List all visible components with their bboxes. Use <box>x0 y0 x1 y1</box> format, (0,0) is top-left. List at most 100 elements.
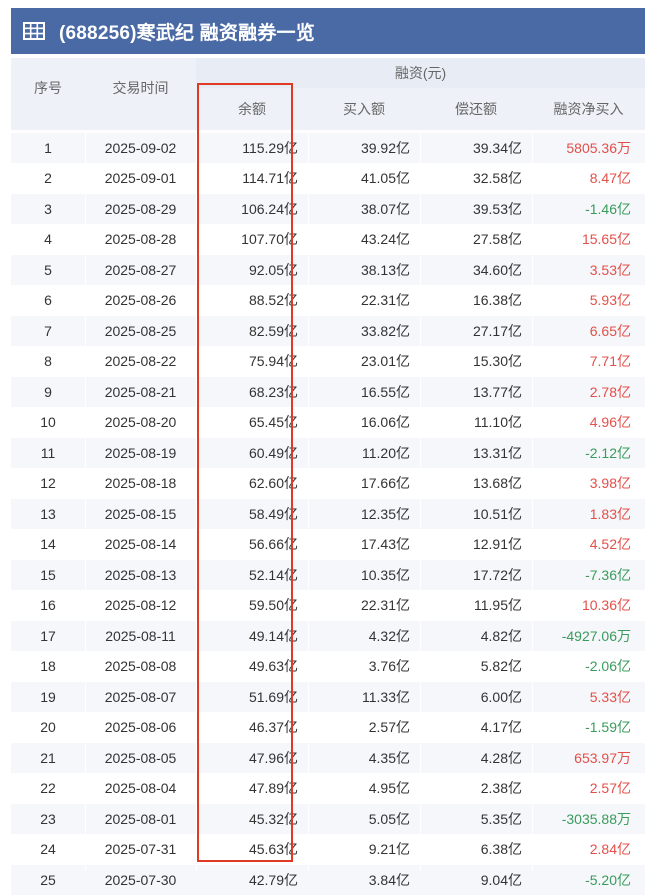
cell-repay: 27.17亿 <box>420 315 532 346</box>
col-header-net-buy[interactable]: 融资净买入 <box>532 88 645 130</box>
col-header-buy[interactable]: 买入额 <box>308 88 420 130</box>
cell-index: 19 <box>11 681 85 712</box>
cell-date: 2025-08-20 <box>85 406 196 438</box>
table-row[interactable]: 25 2025-07-30 42.79亿 3.84亿 9.04亿 -5.20亿 <box>11 864 645 895</box>
cell-date: 2025-08-06 <box>85 711 196 743</box>
col-header-balance[interactable]: 余额 <box>196 88 308 130</box>
table-row[interactable]: 4 2025-08-28 107.70亿 43.24亿 27.58亿 15.65亿 <box>11 223 645 255</box>
table-row[interactable]: 19 2025-08-07 51.69亿 11.33亿 6.00亿 5.33亿 <box>11 681 645 712</box>
table-row[interactable]: 23 2025-08-01 45.32亿 5.05亿 5.35亿 -3035.88万 <box>11 803 645 834</box>
cell-repay: 10.51亿 <box>420 498 532 529</box>
cell-repay: 5.35亿 <box>420 803 532 834</box>
cell-balance: 60.49亿 <box>196 437 308 468</box>
table-row[interactable]: 12 2025-08-18 62.60亿 17.66亿 13.68亿 3.98亿 <box>11 467 645 499</box>
col-header-group-financing: 融资(元) <box>394 65 447 81</box>
cell-index: 25 <box>11 864 85 895</box>
cell-buy: 38.13亿 <box>308 254 420 285</box>
cell-buy: 2.57亿 <box>308 711 420 743</box>
cell-repay: 32.58亿 <box>420 162 532 194</box>
cell-date: 2025-08-04 <box>85 772 196 804</box>
cell-balance: 47.96亿 <box>196 742 308 773</box>
cell-repay: 34.60亿 <box>420 254 532 285</box>
cell-repay: 13.68亿 <box>420 467 532 499</box>
table-row[interactable]: 18 2025-08-08 49.63亿 3.76亿 5.82亿 -2.06亿 <box>11 650 645 682</box>
table-header: 序号 交易时间 融资(元) 余额 买入额 偿还额 融资净买入 <box>11 58 645 130</box>
cell-balance: 68.23亿 <box>196 376 308 407</box>
cell-index: 5 <box>11 254 85 285</box>
table-row[interactable]: 11 2025-08-19 60.49亿 11.20亿 13.31亿 -2.12亿 <box>11 437 645 468</box>
cell-index: 7 <box>11 315 85 346</box>
table-row[interactable]: 7 2025-08-25 82.59亿 33.82亿 27.17亿 6.65亿 <box>11 315 645 346</box>
cell-repay: 12.91亿 <box>420 528 532 560</box>
cell-date: 2025-08-26 <box>85 284 196 316</box>
table-row[interactable]: 17 2025-08-11 49.14亿 4.32亿 4.82亿 -4927.06万 <box>11 620 645 651</box>
cell-balance: 45.63亿 <box>196 833 308 865</box>
cell-buy: 17.66亿 <box>308 467 420 499</box>
table-row[interactable]: 15 2025-08-13 52.14亿 10.35亿 17.72亿 -7.36亿 <box>11 559 645 590</box>
cell-date: 2025-07-31 <box>85 833 196 865</box>
cell-date: 2025-08-08 <box>85 650 196 682</box>
cell-net-buy: 2.57亿 <box>532 772 645 804</box>
cell-index: 9 <box>11 376 85 407</box>
cell-index: 3 <box>11 193 85 224</box>
cell-buy: 23.01亿 <box>308 345 420 377</box>
cell-date: 2025-08-21 <box>85 376 196 407</box>
panel-header: (688256)寒武纪 融资融券一览 <box>11 8 645 54</box>
cell-buy: 3.84亿 <box>308 864 420 895</box>
table-row[interactable]: 14 2025-08-14 56.66亿 17.43亿 12.91亿 4.52亿 <box>11 528 645 560</box>
cell-repay: 39.34亿 <box>420 132 532 163</box>
cell-net-buy: 8.47亿 <box>532 162 645 194</box>
cell-date: 2025-07-30 <box>85 864 196 895</box>
cell-repay: 11.95亿 <box>420 589 532 621</box>
financing-table: 1 2025-09-02 115.29亿 39.92亿 39.34亿 5805.36万 2 2… <box>11 132 645 895</box>
col-header-date[interactable]: 交易时间 <box>85 58 196 118</box>
cell-buy: 4.95亿 <box>308 772 420 804</box>
table-row[interactable]: 3 2025-08-29 106.24亿 38.07亿 39.53亿 -1.46亿 <box>11 193 645 224</box>
cell-repay: 11.10亿 <box>420 406 532 438</box>
cell-buy: 22.31亿 <box>308 589 420 621</box>
cell-date: 2025-08-11 <box>85 620 196 651</box>
cell-net-buy: -7.36亿 <box>532 559 645 590</box>
column-divider <box>420 132 421 870</box>
column-divider <box>85 132 86 870</box>
cell-balance: 115.29亿 <box>196 132 308 163</box>
cell-balance: 88.52亿 <box>196 284 308 316</box>
cell-buy: 11.33亿 <box>308 681 420 712</box>
table-row[interactable]: 2 2025-09-01 114.71亿 41.05亿 32.58亿 8.47亿 <box>11 162 645 194</box>
col-header-repay[interactable]: 偿还额 <box>420 88 532 130</box>
table-row[interactable]: 20 2025-08-06 46.37亿 2.57亿 4.17亿 -1.59亿 <box>11 711 645 743</box>
cell-balance: 107.70亿 <box>196 223 308 255</box>
cell-repay: 39.53亿 <box>420 193 532 224</box>
cell-date: 2025-08-28 <box>85 223 196 255</box>
col-header-index[interactable]: 序号 <box>11 58 85 118</box>
table-row[interactable]: 10 2025-08-20 65.45亿 16.06亿 11.10亿 4.96亿 <box>11 406 645 438</box>
table-row[interactable]: 8 2025-08-22 75.94亿 23.01亿 15.30亿 7.71亿 <box>11 345 645 377</box>
cell-date: 2025-08-13 <box>85 559 196 590</box>
cell-date: 2025-09-01 <box>85 162 196 194</box>
table-row[interactable]: 6 2025-08-26 88.52亿 22.31亿 16.38亿 5.93亿 <box>11 284 645 316</box>
cell-index: 11 <box>11 437 85 468</box>
table-row[interactable]: 24 2025-07-31 45.63亿 9.21亿 6.38亿 2.84亿 <box>11 833 645 865</box>
table-row[interactable]: 5 2025-08-27 92.05亿 38.13亿 34.60亿 3.53亿 <box>11 254 645 285</box>
cell-net-buy: 2.78亿 <box>532 376 645 407</box>
cell-net-buy: 5.33亿 <box>532 681 645 712</box>
table-row[interactable]: 9 2025-08-21 68.23亿 16.55亿 13.77亿 2.78亿 <box>11 376 645 407</box>
table-row[interactable]: 1 2025-09-02 115.29亿 39.92亿 39.34亿 5805.36万 <box>11 132 645 163</box>
cell-net-buy: 1.83亿 <box>532 498 645 529</box>
cell-date: 2025-08-14 <box>85 528 196 560</box>
cell-repay: 5.82亿 <box>420 650 532 682</box>
cell-index: 16 <box>11 589 85 621</box>
cell-net-buy: 3.98亿 <box>532 467 645 499</box>
cell-balance: 82.59亿 <box>196 315 308 346</box>
cell-repay: 4.82亿 <box>420 620 532 651</box>
table-row[interactable]: 16 2025-08-12 59.50亿 22.31亿 11.95亿 10.36亿 <box>11 589 645 621</box>
cell-net-buy: 7.71亿 <box>532 345 645 377</box>
cell-date: 2025-08-19 <box>85 437 196 468</box>
table-row[interactable]: 22 2025-08-04 47.89亿 4.95亿 2.38亿 2.57亿 <box>11 772 645 804</box>
cell-repay: 9.04亿 <box>420 864 532 895</box>
cell-net-buy: -5.20亿 <box>532 864 645 895</box>
cell-buy: 5.05亿 <box>308 803 420 834</box>
table-row[interactable]: 21 2025-08-05 47.96亿 4.35亿 4.28亿 653.97万 <box>11 742 645 773</box>
table-row[interactable]: 13 2025-08-15 58.49亿 12.35亿 10.51亿 1.83亿 <box>11 498 645 529</box>
cell-buy: 10.35亿 <box>308 559 420 590</box>
